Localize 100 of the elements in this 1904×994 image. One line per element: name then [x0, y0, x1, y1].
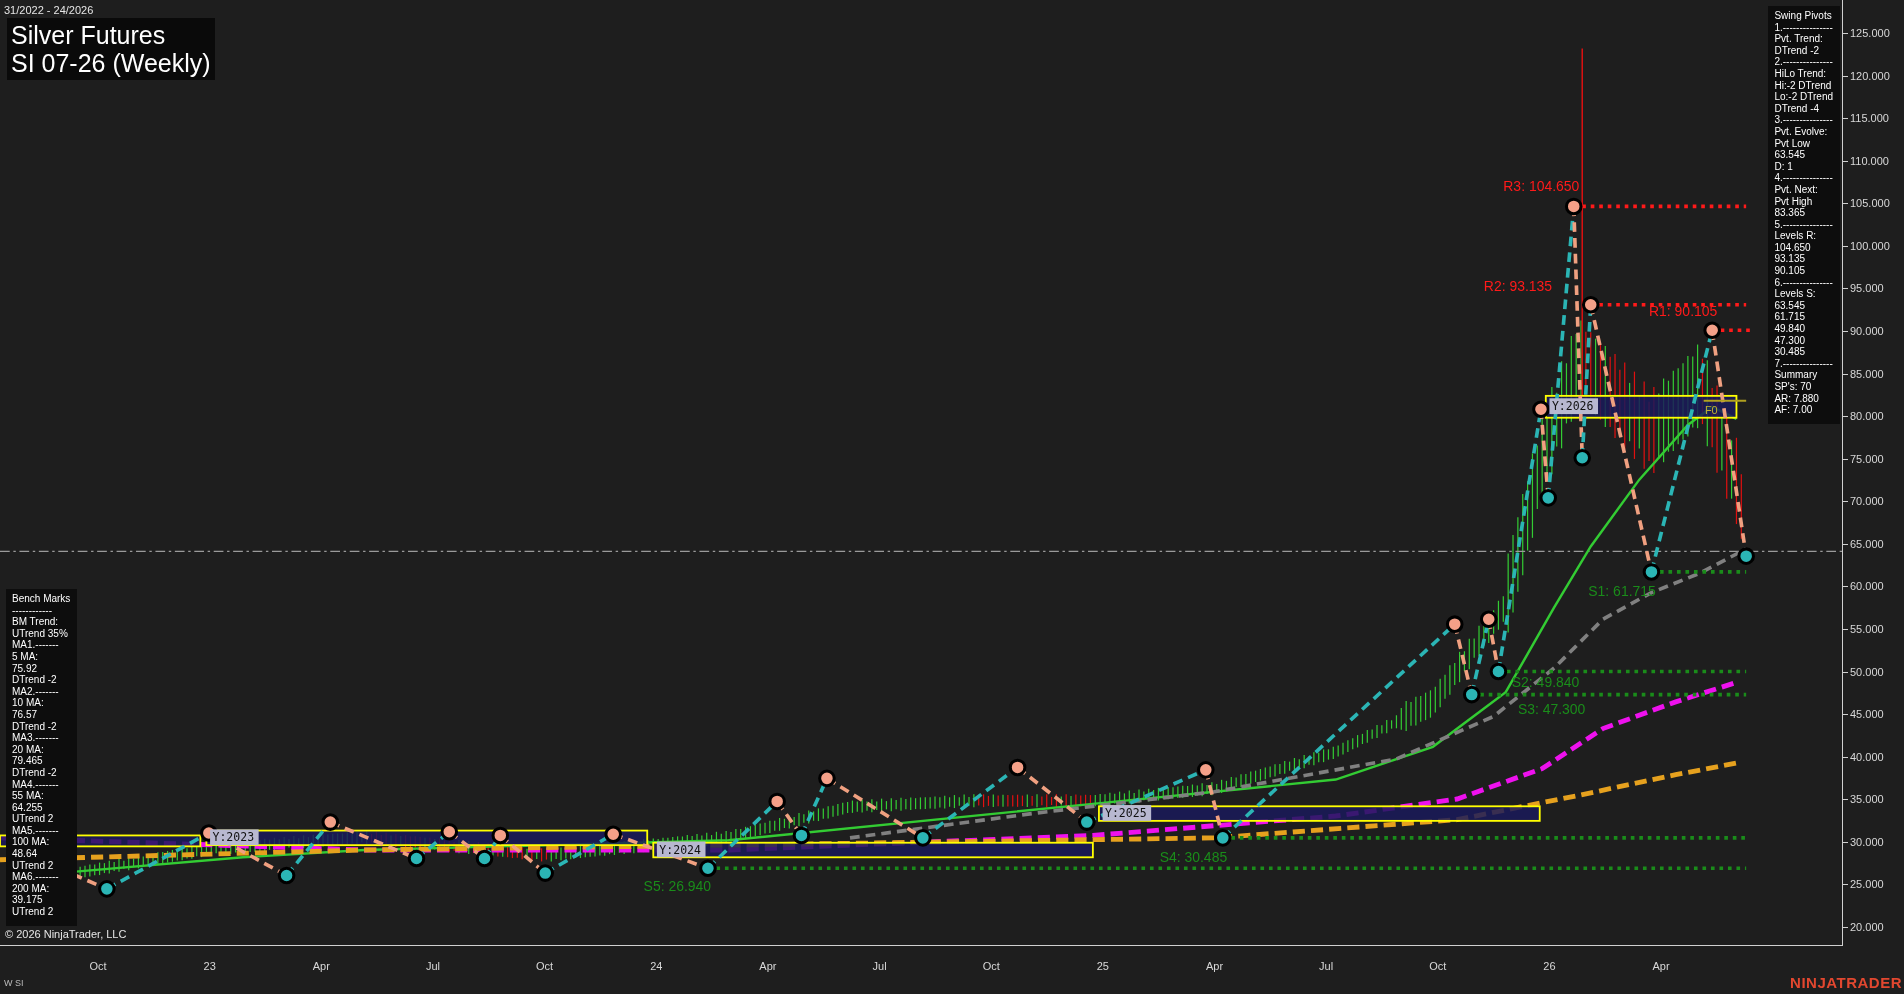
panel-text: D: 1 — [1774, 160, 1794, 173]
panel-text: 90.105 — [1774, 265, 1807, 277]
price-axis-label: 90.000 — [1850, 325, 1884, 337]
price-axis-label: 20.000 — [1850, 920, 1884, 933]
panel-text: DTrend -4 — [1774, 102, 1821, 115]
panel-text: Pvt High — [1774, 195, 1814, 208]
chart-subtitle: SI 07-26 (Weekly) — [11, 49, 211, 77]
panel-text: 2.--------------- — [1774, 56, 1834, 68]
panel-text: 1.--------------- — [1774, 21, 1834, 34]
price-axis-label: 25.000 — [1850, 878, 1884, 891]
level-label: S4: 30.485 — [1159, 849, 1228, 866]
level-label: S2: 49.840 — [1511, 674, 1580, 691]
panel-text: MA6.------- — [12, 871, 60, 883]
panel-text: 63.545 — [1774, 149, 1807, 161]
panel-text: UTrend 2 — [12, 813, 55, 825]
copyright-text: © 2026 NinjaTrader, LLC — [5, 928, 127, 940]
price-axis-label: 50.000 — [1850, 665, 1884, 678]
panel-text: 76.57 — [12, 708, 39, 721]
price-axis-label: 85.000 — [1850, 367, 1884, 380]
price-axis-label: 30.000 — [1850, 835, 1884, 848]
fib-label: F0 — [1704, 404, 1718, 417]
panel-text: 20 MA: — [12, 743, 45, 756]
level-label: R2: 93.135 — [1483, 278, 1553, 295]
panel-text: DTrend -2 — [12, 766, 58, 779]
price-axis-label: 110.000 — [1850, 154, 1889, 167]
time-axis-label: Apr — [1652, 960, 1670, 972]
time-axis-label: Apr — [1205, 960, 1224, 972]
panel-text: Bench Marks — [12, 593, 72, 605]
panel-text: 100 MA: — [12, 836, 51, 849]
panel-text: Levels R: — [1774, 230, 1818, 242]
panel-text: 3.--------------- — [1774, 114, 1834, 126]
time-axis-label: Jul — [1319, 960, 1334, 972]
panel-text: 63.545 — [1774, 299, 1807, 312]
time-axis-label: Oct — [982, 960, 1000, 972]
price-axis-label: 115.000 — [1850, 112, 1889, 125]
panel-text: Pvt. Next: — [1774, 183, 1819, 196]
panel-text: Pvt. Evolve: — [1774, 125, 1829, 138]
year-label: Y:2023 — [210, 829, 259, 846]
time-axis-label: 26 — [1543, 960, 1556, 972]
price-axis-label: 70.000 — [1850, 495, 1884, 508]
price-axis-label: 100.000 — [1850, 239, 1890, 252]
panel-text: 64.255 — [12, 801, 44, 814]
panel-text: UTrend 2 — [12, 859, 55, 872]
panel-text: 79.465 — [12, 755, 44, 767]
panel-text: 83.365 — [1774, 207, 1807, 219]
price-axis-label: 45.000 — [1850, 708, 1884, 721]
time-axis-label: Oct — [536, 960, 554, 972]
panel-text: 200 MA: — [12, 882, 51, 895]
date-range-text: 31/2022 - 24/2026 — [4, 4, 94, 16]
panel-text: ------------ — [12, 604, 53, 617]
time-axis-label: 23 — [203, 960, 216, 972]
level-label: S3: 47.300 — [1517, 701, 1586, 717]
panel-text: Swing Pivots — [1774, 10, 1833, 22]
panel-text: 7.--------------- — [1774, 357, 1834, 370]
level-label: S5: 26.940 — [643, 878, 712, 895]
panel-text: Levels S: — [1774, 288, 1817, 300]
panel-text: Lo:-2 DTrend — [1774, 91, 1834, 103]
panel-text: MA4.------- — [12, 778, 60, 791]
price-axis-label: 75.000 — [1850, 452, 1884, 465]
panel-text: SP's: 70 — [1774, 381, 1813, 393]
price-axis-label: 125.000 — [1850, 27, 1890, 39]
panel-text: 104.650 — [1774, 241, 1812, 254]
panel-text: 93.135 — [1774, 253, 1807, 266]
panel-text: 55 MA: — [12, 790, 45, 802]
panel-text: DTrend -2 — [1774, 44, 1821, 57]
time-axis-label: Apr — [759, 960, 777, 972]
price-axis-label: 95.000 — [1850, 282, 1884, 295]
time-axis-label: Jul — [872, 960, 887, 972]
panel-text: DTrend -2 — [12, 720, 58, 733]
instrument-label: W SI — [4, 978, 24, 988]
panel-text: 48.64 — [12, 848, 39, 860]
panel-text: MA5.------- — [12, 824, 60, 837]
panel-text: 30.485 — [1774, 346, 1807, 358]
time-axis-label: 24 — [650, 960, 663, 972]
price-axis-label: 120.000 — [1850, 69, 1890, 82]
panel-text: Pvt Low — [1774, 137, 1812, 150]
panel-text: AR: 7.880 — [1774, 392, 1820, 405]
panel-text: HiLo Trend: — [1774, 67, 1828, 80]
panel-text: 47.300 — [1774, 334, 1807, 347]
panel-text: Pvt. Trend: — [1774, 33, 1824, 45]
panel-text: UTrend 35% — [12, 627, 69, 640]
panel-text: 49.840 — [1774, 323, 1807, 335]
panel-text: Hi:-2 DTrend — [1774, 79, 1833, 92]
panel-text: MA3.------- — [12, 732, 60, 744]
chart-title: Silver Futures — [11, 21, 167, 49]
time-axis-label: 25 — [1096, 960, 1109, 972]
panel-text: Summary — [1774, 369, 1819, 381]
time-axis-label: Oct — [89, 960, 107, 972]
level-label: S1: 61.715 — [1588, 583, 1656, 600]
price-axis-label: 40.000 — [1850, 750, 1884, 763]
panel-text: 5.--------------- — [1774, 218, 1834, 231]
price-axis-label: 60.000 — [1850, 580, 1884, 593]
time-axis-label: Apr — [312, 960, 330, 972]
price-axis-label: 105.000 — [1850, 197, 1890, 210]
panel-text: 61.715 — [1774, 311, 1807, 324]
price-axis-label: 65.000 — [1850, 537, 1884, 550]
price-axis-label: 35.000 — [1850, 793, 1884, 806]
panel-text: AF: 7.00 — [1774, 404, 1814, 416]
level-label: R1: 90.105 — [1649, 302, 1718, 319]
panel-text: 5 MA: — [12, 650, 40, 663]
